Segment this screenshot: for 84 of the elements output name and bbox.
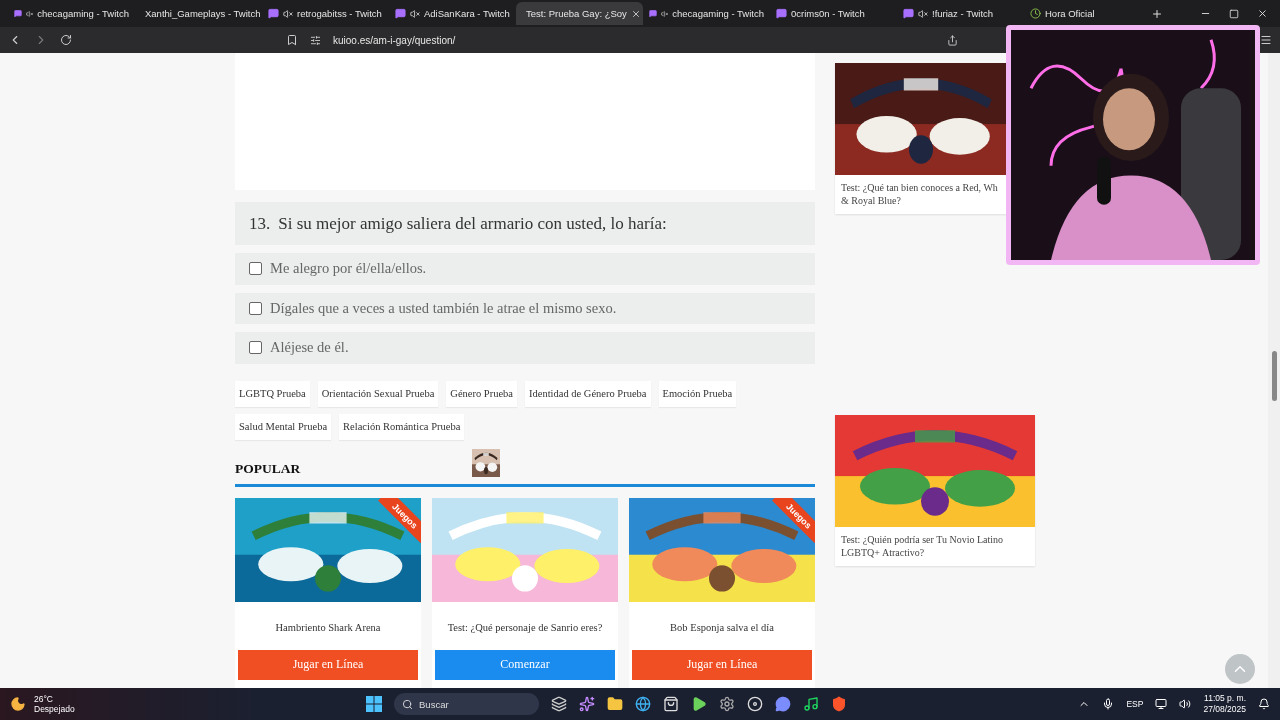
bookmark-icon[interactable] [286, 34, 298, 46]
scroll-thumb[interactable] [1272, 351, 1277, 401]
browser-tab[interactable]: Hora Oficial [1024, 2, 1151, 25]
card-title[interactable]: LGBTQ+ Atractivo? [841, 547, 1029, 558]
checkbox[interactable] [249, 301, 262, 315]
close-icon[interactable] [1257, 8, 1268, 19]
muted-icon[interactable] [26, 8, 34, 19]
answer-option[interactable]: Aléjese de él. [235, 332, 815, 364]
chat-bubble-icon [903, 8, 914, 19]
new-tab-icon[interactable] [1151, 7, 1163, 20]
card-title[interactable]: Test: ¿Qué tan bien conoces a Red, Wh [841, 182, 1001, 193]
tag-link[interactable]: Relación Romántica Prueba [339, 413, 465, 440]
site-settings-icon[interactable] [310, 34, 321, 46]
speaker-icon[interactable] [1179, 698, 1192, 710]
tag-link[interactable]: Identidad de Género Prueba [525, 380, 651, 407]
close-icon[interactable] [630, 8, 641, 19]
music-icon[interactable] [803, 696, 820, 712]
muted-icon[interactable] [283, 8, 293, 19]
disc-icon[interactable] [747, 696, 764, 712]
question-text: Si su mejor amigo saliera del armario con usted, lo haría: [278, 213, 667, 234]
checkbox[interactable] [249, 341, 262, 355]
muted-icon[interactable] [661, 8, 669, 19]
menu-icon[interactable] [1260, 34, 1272, 46]
card-title[interactable]: & Royal Blue? [841, 195, 1001, 206]
layers-icon[interactable] [551, 696, 568, 712]
tag-link[interactable]: LGBTQ Prueba [235, 380, 310, 407]
muted-icon[interactable] [918, 8, 928, 19]
sidebar-card[interactable]: Test: ¿Qué tan bien conoces a Red, Wh & Royal Blue? [835, 63, 1007, 214]
moon-icon [10, 696, 26, 712]
browser-tab[interactable]: Xanthi_Gameplays - Twitch [135, 2, 262, 25]
sidebar-card[interactable]: Test: ¿Quién podría ser Tu Novio Latino LGBTQ+ Atractivo? [835, 415, 1035, 566]
browser-tab[interactable]: retrogabitss - Twitch [262, 2, 389, 25]
play-icon[interactable] [691, 696, 708, 712]
clock-time[interactable]: 11:05 p. m. [1204, 692, 1246, 704]
play-button[interactable]: Jugar en Línea [238, 650, 418, 680]
card-title: Bob Esponja salva el día [670, 622, 774, 635]
temperature: 26°C [34, 693, 54, 704]
scrollbar[interactable] [1268, 53, 1280, 688]
card-title: Hambriento Shark Arena [275, 622, 381, 635]
search-icon [402, 698, 414, 710]
shield-icon[interactable] [831, 696, 848, 712]
clock-icon [1030, 8, 1041, 19]
tag-link[interactable]: Salud Mental Prueba [235, 413, 332, 440]
mic-icon[interactable] [1102, 698, 1115, 710]
chat-bubble-icon [776, 8, 787, 19]
globe-icon[interactable] [635, 696, 652, 712]
browser-tab[interactable]: checagaming - Twitch [643, 2, 770, 25]
muted-icon[interactable] [410, 8, 420, 19]
windows-icon[interactable] [366, 696, 383, 712]
browser-tab[interactable]: AdiSanKara - Twitch [389, 2, 516, 25]
chat-bubble-icon [395, 8, 406, 19]
card-title[interactable]: Test: ¿Quién podría ser Tu Novio Latino [841, 534, 1029, 545]
bag-icon[interactable] [663, 696, 680, 712]
tag-link[interactable]: Género Prueba [446, 380, 517, 407]
question-number: 13. [249, 213, 271, 234]
share-icon[interactable] [947, 34, 958, 46]
answer-option[interactable]: Me alegro por él/ella/ellos. [235, 253, 815, 285]
browser-tab[interactable]: checagaming - Twitch [8, 2, 135, 25]
language-indicator[interactable]: ESP [1126, 699, 1144, 709]
monitor-icon[interactable] [1155, 698, 1168, 710]
clock-date[interactable]: 27/08/2025 [1203, 704, 1246, 716]
chat-bubble-icon [649, 8, 657, 19]
maximize-icon[interactable] [1229, 8, 1239, 19]
sparkles-icon[interactable] [579, 696, 596, 712]
card-title: Test: ¿Qué personaje de Sanrio eres? [447, 622, 603, 635]
chat-bubble-icon [14, 8, 22, 19]
checkbox[interactable] [249, 262, 262, 276]
section-heading: POPULAR [235, 461, 301, 479]
tag-link[interactable]: Orientación Sexual Prueba [317, 380, 439, 407]
reload-icon[interactable] [60, 34, 72, 46]
folder-icon[interactable] [607, 696, 624, 712]
tag-link[interactable]: Emoción Prueba [658, 380, 737, 407]
chat-icon[interactable] [775, 696, 792, 712]
bell-icon[interactable] [1258, 698, 1270, 710]
browser-tab[interactable]: Test: Prueba Gay: ¿Soy [516, 2, 643, 25]
taskbar-search[interactable]: Buscar [394, 693, 540, 715]
answer-option[interactable]: Dígales que a veces a usted también le atrae el mismo sexo. [235, 292, 815, 325]
play-button[interactable]: Jugar en Línea [632, 650, 812, 680]
weather-text: Despejado [34, 704, 75, 715]
browser-tab[interactable]: 0crims0n - Twitch [770, 2, 897, 25]
url-field[interactable]: kuioo.es/am-i-gay/question/ [333, 34, 456, 46]
browser-tab[interactable]: !furiaz - Twitch [897, 2, 1024, 25]
chat-bubble-icon [268, 8, 279, 19]
settings-icon[interactable] [719, 696, 736, 712]
